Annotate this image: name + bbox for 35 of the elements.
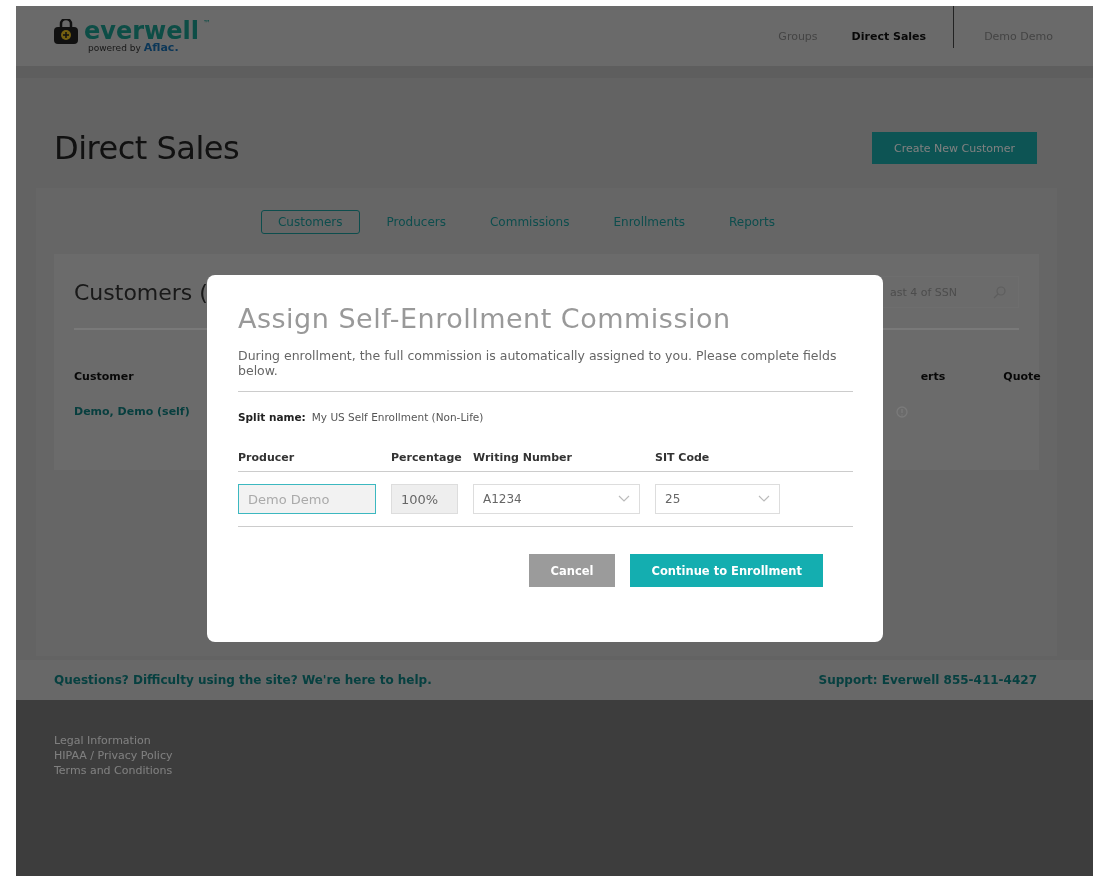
- card-title: Customers (: [74, 279, 208, 305]
- tab[interactable]: Customers: [261, 210, 360, 234]
- column-header: Customer: [74, 370, 134, 383]
- tab[interactable]: Commissions: [472, 210, 587, 234]
- powered-by-text: powered by: [88, 42, 141, 53]
- tab[interactable]: Reports: [711, 210, 792, 234]
- nav-link[interactable]: Direct Sales: [851, 29, 927, 43]
- footer-link[interactable]: Terms and Conditions: [54, 764, 1055, 777]
- page-title: Direct Sales: [54, 129, 240, 167]
- split-label: Split name:: [238, 411, 306, 423]
- percentage-field: 100%: [391, 484, 458, 514]
- tab[interactable]: Enrollments: [596, 210, 702, 234]
- producer-field[interactable]: Demo Demo: [238, 484, 376, 514]
- footer-link[interactable]: Legal Information: [54, 734, 1055, 747]
- column-header: Producer: [238, 451, 296, 466]
- logo-wordmark: everwell: [84, 18, 199, 43]
- select-field[interactable]: 25: [655, 484, 780, 514]
- column-header: Writing Number: [473, 451, 573, 466]
- footer-link[interactable]: HIPAA / Privacy Policy: [54, 749, 1055, 762]
- dialog-description: During enrollment, the full commission is automatically assigned to you. Please complete fields below.: [238, 348, 838, 378]
- dialog-title: Assign Self-Enrollment Commission: [238, 303, 732, 334]
- help-text: Questions? Difficulty using the site? We're here to help.: [54, 673, 432, 687]
- column-header: Percentage: [391, 451, 463, 466]
- split-value: My US Self Enrollment (Non-Life): [311, 411, 484, 423]
- continue-button[interactable]: Continue to Enrollment: [630, 554, 823, 587]
- cancel-button[interactable]: Cancel: [528, 554, 616, 587]
- column-header: SIT Code: [655, 451, 711, 466]
- support-phone: Support: Everwell 855-411-4427: [818, 673, 1037, 687]
- partner-logo-text: Aflac.: [143, 40, 179, 54]
- column-header: erts: [920, 370, 946, 383]
- create-customer-button[interactable]: Create New Customer: [872, 132, 1037, 164]
- column-header: Quote: [1003, 370, 1041, 383]
- select-field[interactable]: A1234: [473, 484, 640, 514]
- trademark-mark: ™: [202, 18, 211, 28]
- tab[interactable]: Producers: [369, 210, 463, 234]
